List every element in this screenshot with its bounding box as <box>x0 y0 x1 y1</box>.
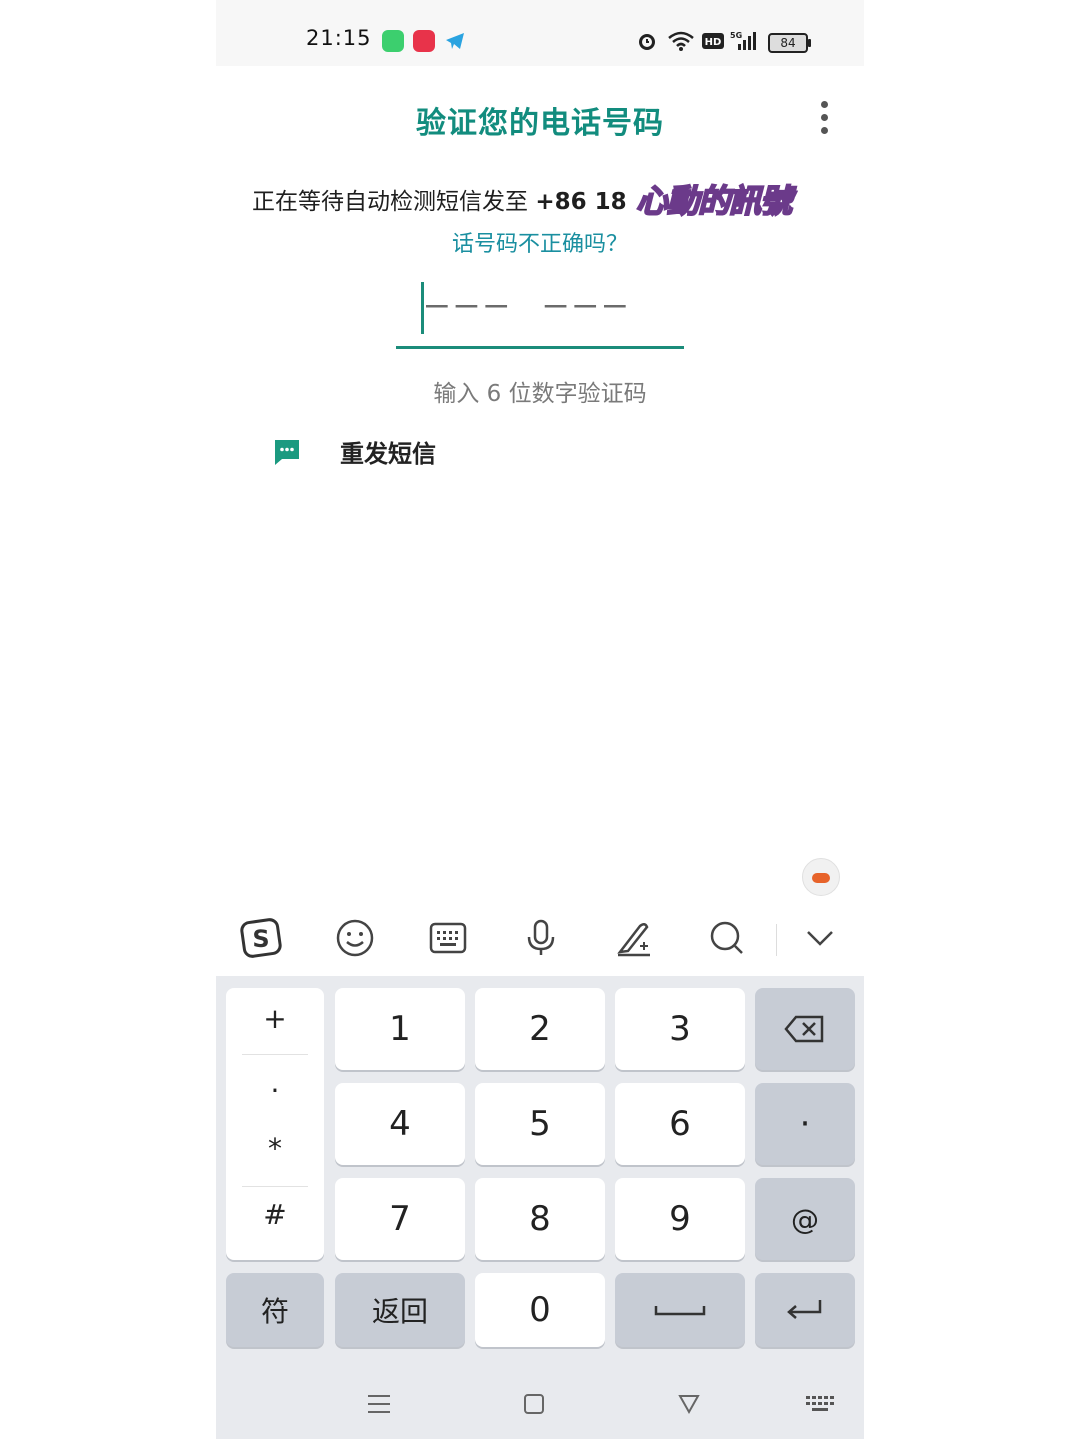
symbol-separator <box>242 1054 308 1055</box>
symbol-hash-key[interactable]: # <box>226 1198 324 1231</box>
waiting-sms-text: 正在等待自动检测短信发至 +86 18 <box>252 182 627 216</box>
code-hint: 输入 6 位数字验证码 <box>433 381 647 407</box>
wrong-number-link[interactable]: 话号码不正确吗？ <box>216 226 864 258</box>
emoji-icon[interactable] <box>331 914 379 962</box>
symbol-column[interactable]: + . * # <box>226 988 324 1260</box>
green-app-icon <box>382 30 404 52</box>
system-nav-bar <box>216 1370 864 1439</box>
code-placeholder: ––– ––– <box>426 284 634 325</box>
svg-text:5G: 5G <box>730 31 742 40</box>
wifi-icon <box>668 31 694 51</box>
symbol-star-key[interactable]: * <box>226 1132 324 1165</box>
collapse-chevron-icon[interactable] <box>796 914 844 962</box>
back-triangle-icon[interactable] <box>669 1384 709 1424</box>
5g-signal-icon: 5G <box>730 31 756 50</box>
key-0[interactable]: 0 <box>475 1273 605 1347</box>
resend-sms-label: 重发短信 <box>340 440 436 468</box>
symbol-separator <box>242 1186 308 1187</box>
enter-icon <box>787 1300 822 1319</box>
overlay-sticker: 心動的訊號 <box>635 181 793 221</box>
numeric-keyboard: + . * # 1 2 3 4 5 6 · 7 8 9 @ 符 返回 0 <box>216 976 864 1439</box>
keyboard-icon[interactable] <box>424 914 472 962</box>
waiting-label: 正在等待自动检测短信发至 <box>252 189 536 215</box>
backspace-icon <box>784 1015 824 1043</box>
status-time: 21:15 <box>306 26 372 50</box>
backspace-key[interactable] <box>755 988 855 1070</box>
page-title: 验证您的电话号码 <box>416 106 664 141</box>
svg-text:HD: HD <box>705 37 722 48</box>
search-icon[interactable] <box>703 914 751 962</box>
battery-indicator: 84 <box>768 33 811 53</box>
svg-text:S: S <box>252 925 269 953</box>
home-square-icon[interactable] <box>514 1384 554 1424</box>
key-4[interactable]: 4 <box>335 1083 465 1165</box>
toolbar-divider <box>776 924 777 956</box>
keyboard-switch-icon[interactable] <box>800 1384 840 1424</box>
key-1[interactable]: 1 <box>335 988 465 1070</box>
text-cursor <box>421 282 424 334</box>
message-icon <box>275 439 299 465</box>
more-vert-icon[interactable] <box>816 98 832 138</box>
key-9[interactable]: 9 <box>615 1178 745 1260</box>
space-key[interactable] <box>615 1273 745 1347</box>
keyboard-toolbar: S <box>216 900 864 976</box>
enter-key[interactable] <box>755 1273 855 1347</box>
phone-number: +86 18 <box>535 189 627 215</box>
hd-icon: HD <box>702 33 724 49</box>
back-key[interactable]: 返回 <box>335 1273 465 1347</box>
symbol-dot-key[interactable]: . <box>226 1066 324 1099</box>
key-5[interactable]: 5 <box>475 1083 605 1165</box>
space-bar-icon <box>654 1306 706 1316</box>
verification-code-input[interactable]: ––– ––– <box>396 280 684 349</box>
sogou-logo-icon[interactable]: S <box>238 914 286 962</box>
key-6[interactable]: 6 <box>615 1083 745 1165</box>
alarm-icon <box>639 34 655 50</box>
key-7[interactable]: 7 <box>335 1178 465 1260</box>
key-2[interactable]: 2 <box>475 988 605 1070</box>
dot-key[interactable]: · <box>755 1083 855 1165</box>
handwriting-icon[interactable] <box>610 914 658 962</box>
microphone-icon[interactable] <box>517 914 565 962</box>
status-indicators: HD 5G <box>636 28 760 54</box>
resend-sms-button[interactable]: 重发短信 <box>272 434 436 469</box>
key-3[interactable]: 3 <box>615 988 745 1070</box>
menu-icon[interactable] <box>359 1384 399 1424</box>
telegram-icon <box>446 33 464 49</box>
symbol-plus-key[interactable]: + <box>226 1002 324 1035</box>
red-app-icon <box>413 30 435 52</box>
status-bar: 21:15 HD 5G 84 <box>216 0 864 66</box>
symbols-key[interactable]: 符 <box>226 1273 324 1347</box>
key-8[interactable]: 8 <box>475 1178 605 1260</box>
at-key[interactable]: @ <box>755 1178 855 1260</box>
phone-screen: 21:15 HD 5G 84 验证您的电话号码 正在等待自动检测短信发至 +86… <box>216 0 864 1439</box>
ime-mascot-icon[interactable] <box>802 858 840 896</box>
